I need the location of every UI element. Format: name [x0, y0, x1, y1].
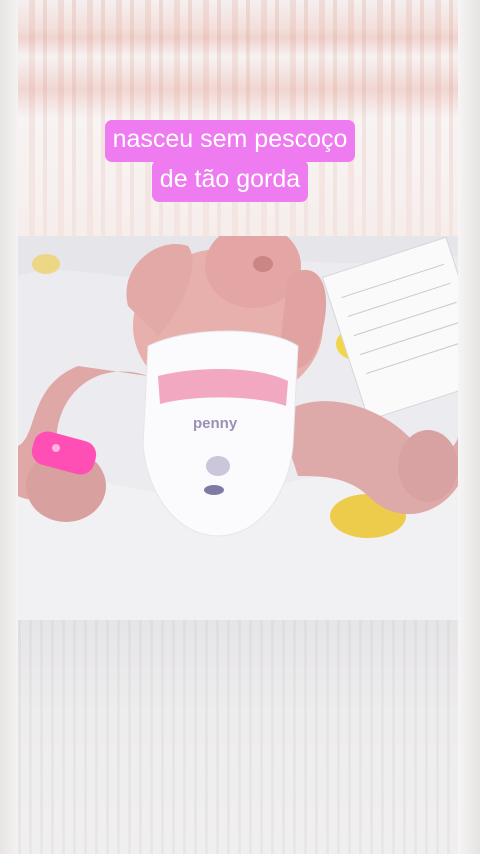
video-frame[interactable]: penny nasceu sem pescoço de tão gorda [0, 0, 480, 854]
diaper-brand: penny [193, 415, 238, 432]
baby-illustration: penny [18, 236, 458, 622]
caption-line-1: nasceu sem pescoço [104, 120, 356, 162]
caption-overlay: nasceu sem pescoço de tão gorda [0, 120, 460, 202]
caption-line-2: de tão gorda [151, 160, 309, 202]
baby-photo: penny [18, 236, 458, 622]
right-border [458, 0, 480, 854]
blurred-background-bottom [18, 620, 458, 854]
